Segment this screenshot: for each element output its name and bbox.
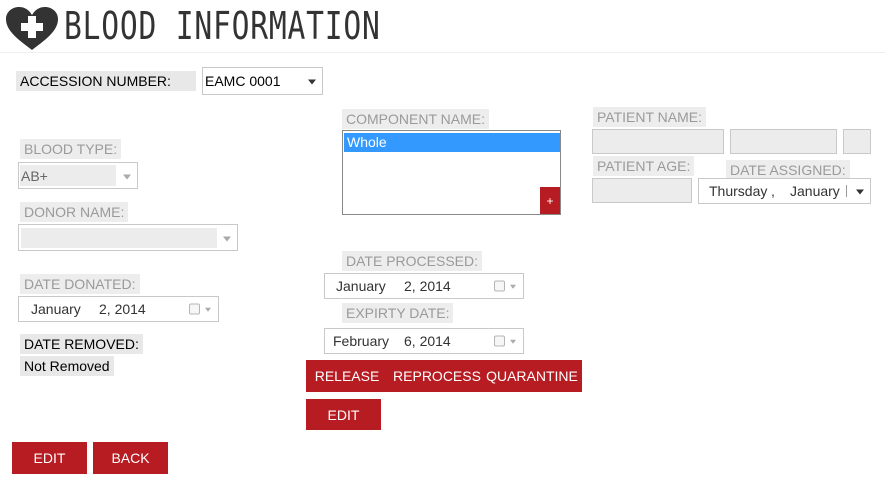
date-processed-picker[interactable]: January 2, 2014 xyxy=(324,273,524,299)
edit-button[interactable]: EDIT xyxy=(12,442,87,474)
expiry-date-picker[interactable]: February 6, 2014 xyxy=(324,328,524,354)
date-assigned-weekday: Thursday xyxy=(709,183,768,199)
calendar-icon xyxy=(189,303,200,315)
date-assigned-overflow-mark xyxy=(846,185,850,197)
date-assigned-picker[interactable]: Thursday , January xyxy=(698,178,871,204)
date-processed-day-year: 2, 2014 xyxy=(404,278,451,294)
expiry-date-month: February xyxy=(333,333,390,349)
component-list[interactable]: Whole + xyxy=(342,130,561,215)
edit-component-button[interactable]: EDIT xyxy=(306,399,381,430)
patient-first-name-field[interactable] xyxy=(592,129,724,154)
date-removed-value: Not Removed xyxy=(20,356,114,376)
release-button[interactable]: RELEASE xyxy=(306,360,388,392)
date-donated-day-year: 2, 2014 xyxy=(99,301,146,317)
chevron-down-icon xyxy=(510,339,516,344)
expiry-date-label: EXPIRTY DATE: xyxy=(342,303,454,323)
calendar-icon xyxy=(494,335,505,347)
chevron-down-icon xyxy=(123,174,131,179)
reprocess-button[interactable]: REPROCESS xyxy=(390,360,484,392)
date-removed-label: DATE REMOVED: xyxy=(20,334,143,354)
blood-type-label: BLOOD TYPE: xyxy=(20,139,122,159)
accession-number-value: EAMC 0001 xyxy=(205,73,281,89)
patient-age-label: PATIENT AGE: xyxy=(593,156,695,176)
blood-type-select[interactable]: AB+ xyxy=(18,162,138,189)
page-title: BLOOD INFORMATION xyxy=(64,4,381,48)
date-assigned-separator: , xyxy=(771,183,775,199)
date-assigned-month: January xyxy=(790,183,840,199)
date-donated-month: January xyxy=(31,301,81,317)
chevron-down-icon xyxy=(510,284,516,289)
date-assigned-label: DATE ASSIGNED: xyxy=(726,160,850,180)
patient-last-name-field[interactable] xyxy=(730,129,837,154)
accession-number-label: ACCESSION NUMBER: xyxy=(16,71,196,91)
patient-age-field[interactable] xyxy=(592,178,692,203)
date-donated-picker[interactable]: January 2, 2014 xyxy=(18,296,219,322)
chevron-down-icon xyxy=(856,189,864,195)
component-item-whole[interactable]: Whole xyxy=(344,133,560,152)
back-button[interactable]: BACK xyxy=(93,442,168,474)
chevron-down-icon xyxy=(308,79,316,85)
quarantine-button[interactable]: QUARANTINE xyxy=(484,360,580,392)
donor-name-select[interactable] xyxy=(18,224,238,251)
blood-type-value: AB+ xyxy=(21,167,48,184)
header-divider xyxy=(0,52,885,53)
chevron-down-icon xyxy=(205,307,211,312)
date-donated-label: DATE DONATED: xyxy=(20,274,140,294)
donor-name-label: DONOR NAME: xyxy=(20,202,129,222)
date-processed-month: January xyxy=(336,278,386,294)
accession-number-select[interactable]: EAMC 0001 xyxy=(202,67,323,95)
patient-name-label: PATIENT NAME: xyxy=(593,107,707,127)
date-processed-label: DATE PROCESSED: xyxy=(342,251,482,271)
component-name-label: COMPONENT NAME: xyxy=(342,109,489,129)
patient-middle-initial-field[interactable] xyxy=(843,129,871,154)
calendar-icon xyxy=(494,280,505,292)
add-component-button[interactable]: + xyxy=(540,187,560,214)
expiry-date-day-year: 6, 2014 xyxy=(404,333,451,349)
donor-name-value-bg xyxy=(21,228,217,248)
chevron-down-icon xyxy=(223,236,231,241)
heart-plus-icon xyxy=(4,6,60,52)
